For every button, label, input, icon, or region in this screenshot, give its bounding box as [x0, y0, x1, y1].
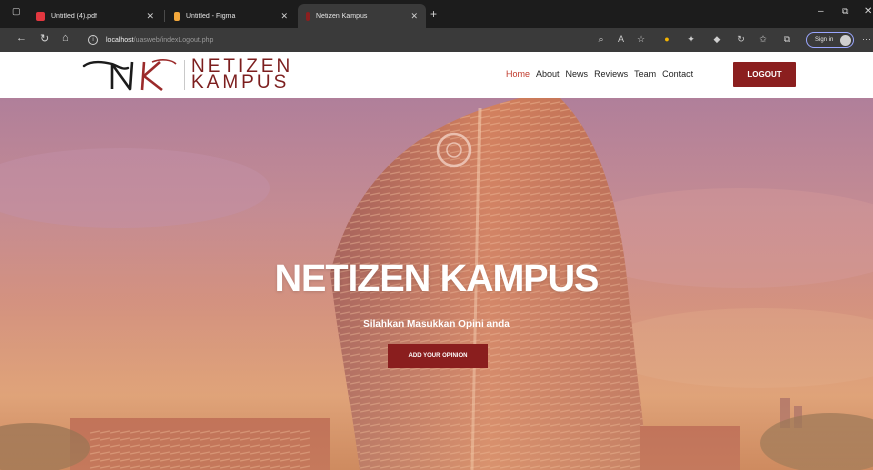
url-path: /uasweb/indexLogout.php [133, 36, 214, 44]
site-icon [306, 11, 310, 21]
tab-title: Netizen Kampus [316, 12, 368, 20]
nav-contact[interactable]: Contact [662, 69, 693, 79]
tab-pdf[interactable]: Untitled (4).pdf ✕ [28, 4, 162, 28]
figma-icon [174, 11, 180, 21]
site-header: NETIZEN KAMPUS Home About News Reviews T… [0, 52, 873, 98]
refresh-icon[interactable]: ↻ [40, 32, 49, 45]
sign-in-button[interactable]: Sign in [806, 32, 854, 48]
site-info-icon[interactable]: i [88, 35, 98, 45]
collections-icon[interactable]: ⧉ [782, 34, 792, 44]
favorites-icon[interactable]: ✩ [758, 34, 768, 44]
nav-reviews[interactable]: Reviews [594, 69, 628, 79]
nav-home[interactable]: Home [506, 69, 530, 79]
tab-netizen-kampus[interactable]: Netizen Kampus ✕ [298, 4, 426, 28]
url-field[interactable]: i localhost /uasweb/indexLogout.php [88, 32, 508, 48]
hero-title: NETIZEN KAMPUS [274, 258, 600, 300]
address-bar-row: ← ↻ ⌂ i localhost /uasweb/indexLogout.ph… [0, 28, 873, 52]
tab-actions-icon[interactable]: ▢ [12, 6, 21, 17]
nav-team[interactable]: Team [634, 69, 656, 79]
new-tab-icon[interactable]: + [430, 7, 437, 21]
avatar [840, 35, 851, 46]
tab-figma[interactable]: Untitled - Figma ✕ [166, 4, 296, 28]
zoom-icon[interactable]: ⌕ [596, 34, 606, 44]
favorite-add-icon[interactable]: ☆ [636, 34, 646, 44]
tab-title: Untitled - Figma [186, 12, 236, 20]
pdf-icon [36, 11, 45, 21]
extension-icon[interactable]: ● [662, 34, 672, 44]
home-icon[interactable]: ⌂ [62, 32, 69, 44]
extensions-icon[interactable]: ✦ [686, 34, 696, 44]
site-logo[interactable]: NETIZEN KAMPUS [82, 56, 293, 94]
nav-about[interactable]: About [536, 69, 560, 79]
hero-section: NETIZEN KAMPUS Silahkan Masukkan Opini a… [0, 98, 873, 470]
minimize-icon[interactable]: – [818, 6, 824, 17]
nav-news[interactable]: News [566, 69, 589, 79]
close-window-icon[interactable]: ✕ [864, 6, 872, 17]
close-icon[interactable]: ✕ [410, 11, 418, 22]
main-nav: Home About News Reviews Team Contact [506, 69, 693, 79]
url-host: localhost [106, 36, 134, 44]
logo-wordmark: NETIZEN KAMPUS [191, 57, 293, 93]
shield-icon[interactable]: ◆ [712, 34, 722, 44]
logout-button[interactable]: LOGOUT [733, 62, 796, 87]
tab-title: Untitled (4).pdf [51, 12, 97, 20]
read-aloud-icon[interactable]: A [616, 34, 626, 44]
tab-divider [164, 10, 165, 22]
refresh-page-icon[interactable]: ↻ [736, 34, 746, 44]
browser-tab-bar: ▢ Untitled (4).pdf ✕ Untitled - Figma ✕ … [0, 0, 873, 28]
logo-divider [184, 60, 185, 90]
restore-icon[interactable]: ⧉ [842, 6, 848, 17]
close-icon[interactable]: ✕ [146, 11, 154, 22]
back-icon[interactable]: ← [16, 32, 27, 44]
logo-line-2: KAMPUS [191, 72, 290, 93]
close-icon[interactable]: ✕ [280, 11, 288, 22]
hero-subtitle: Silahkan Masukkan Opini anda [363, 319, 510, 330]
sign-in-label: Sign in [815, 37, 834, 43]
more-icon[interactable]: ··· [862, 34, 871, 44]
logo-monogram [82, 59, 177, 92]
add-opinion-button[interactable]: ADD YOUR OPINION [388, 344, 488, 368]
